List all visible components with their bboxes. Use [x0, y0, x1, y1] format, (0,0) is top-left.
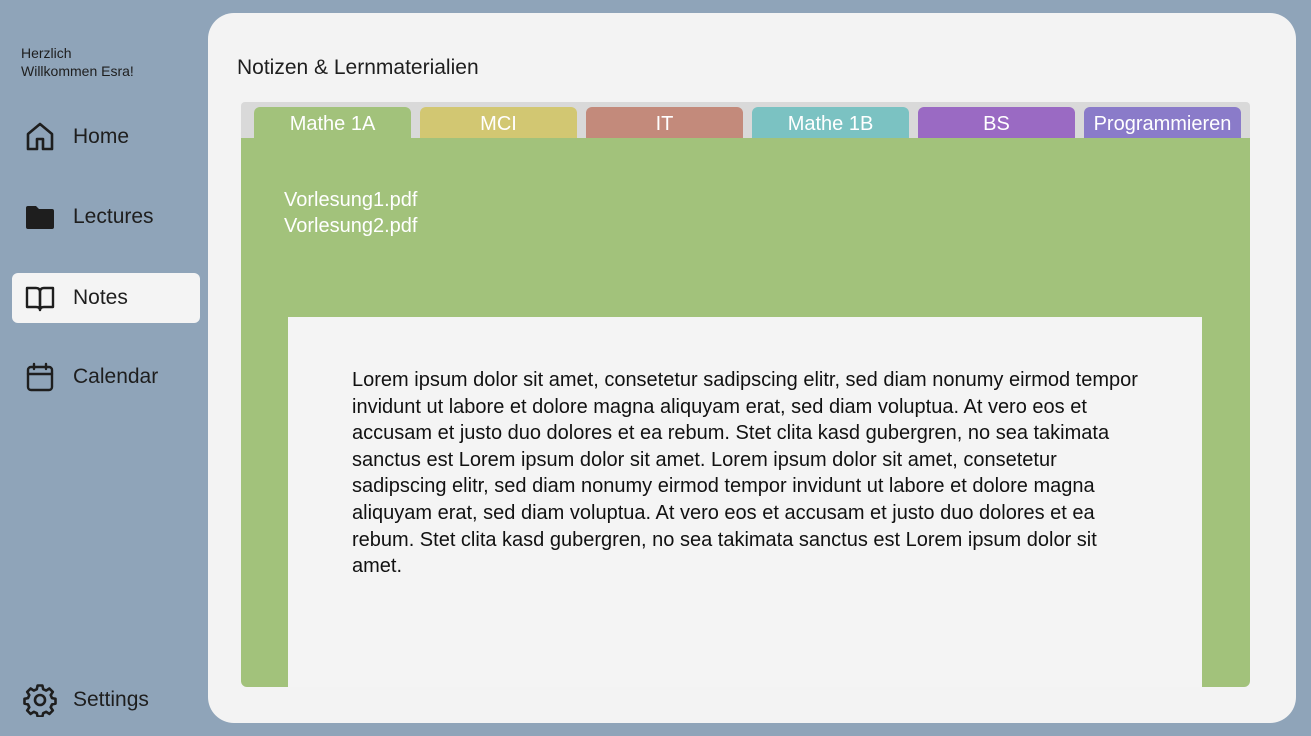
tab-programmieren[interactable]: Programmieren	[1084, 107, 1241, 139]
folder-icon	[23, 200, 57, 234]
sidebar-item-label: Calendar	[73, 365, 159, 388]
file-link[interactable]: Vorlesung2.pdf	[284, 213, 417, 239]
welcome-line-2: Willkommen Esra!	[21, 63, 134, 79]
welcome-message: Herzlich Willkommen Esra!	[21, 44, 134, 80]
sidebar-item-notes[interactable]: Notes	[12, 273, 200, 323]
gear-icon	[23, 683, 57, 717]
note-editor[interactable]: Lorem ipsum dolor sit amet, consetetur s…	[288, 317, 1202, 687]
main-panel: Notizen & Lernmaterialien Mathe 1A MCI I…	[208, 13, 1296, 723]
sidebar-item-calendar[interactable]: Calendar	[12, 352, 200, 402]
sidebar-item-settings[interactable]: Settings	[12, 675, 200, 725]
welcome-line-1: Herzlich	[21, 45, 72, 61]
tab-panel-mathe-1a: Vorlesung1.pdf Vorlesung2.pdf Lorem ipsu…	[241, 138, 1250, 687]
tab-mathe-1b[interactable]: Mathe 1B	[752, 107, 909, 139]
book-icon	[23, 281, 57, 315]
tab-mathe-1a[interactable]: Mathe 1A	[254, 107, 411, 139]
file-link[interactable]: Vorlesung1.pdf	[284, 187, 417, 213]
tab-it[interactable]: IT	[586, 107, 743, 139]
home-icon	[23, 120, 57, 154]
sidebar-item-lectures[interactable]: Lectures	[12, 192, 200, 242]
sidebar-item-label: Home	[73, 125, 130, 148]
note-text: Lorem ipsum dolor sit amet, consetetur s…	[352, 369, 1138, 578]
sidebar-item-label: Settings	[73, 688, 149, 711]
page-title: Notizen & Lernmaterialien	[237, 56, 479, 79]
tab-bs[interactable]: BS	[918, 107, 1075, 139]
app: Herzlich Willkommen Esra! Home Lectures …	[0, 0, 1311, 736]
sidebar-item-home[interactable]: Home	[12, 112, 200, 162]
sidebar-item-label: Lectures	[73, 205, 154, 228]
sidebar-item-label: Notes	[73, 286, 128, 309]
tab-mci[interactable]: MCI	[420, 107, 577, 139]
calendar-icon	[23, 360, 57, 394]
file-list: Vorlesung1.pdf Vorlesung2.pdf	[284, 187, 417, 239]
